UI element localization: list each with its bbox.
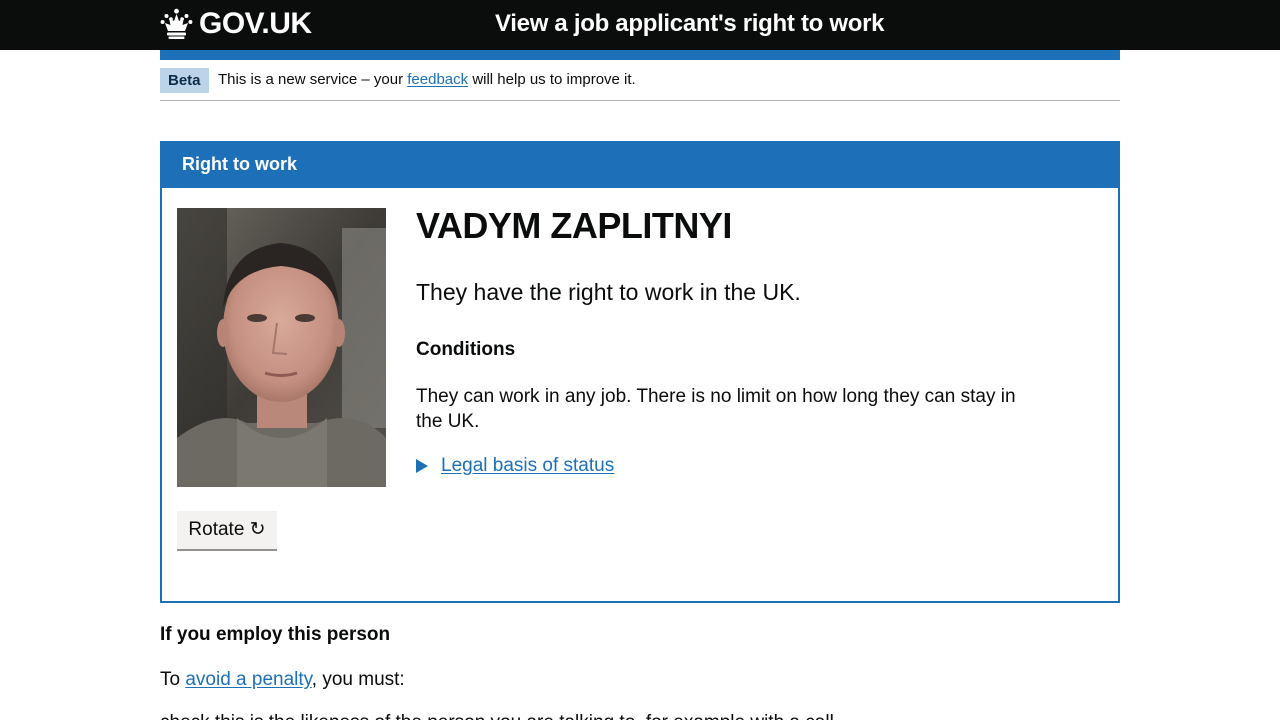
crown-icon [160,8,193,39]
applicant-photo [177,208,386,487]
employ-text: To avoid a penalty, you must: [160,669,405,691]
logo-text: GOV.UK [199,7,312,40]
legal-basis-summary-link[interactable]: Legal basis of status [441,455,614,477]
rotate-button[interactable]: Rotate ↻ [177,511,277,551]
employ-text-after: , you must: [311,669,405,690]
phase-text-before: This is a new service – your [218,71,404,88]
phase-banner: Beta This is a new service – your feedba… [160,68,1120,101]
beta-tag: Beta [160,68,209,93]
person-photo-icon [177,208,386,487]
right-to-work-panel: Right to work Rotate ↻ VADYM ZAPLITNYI T… [160,141,1120,603]
right-to-work-status: They have the right to work in the UK. [416,279,801,305]
phase-text-after: will help us to improve it. [472,71,636,88]
applicant-name: VADYM ZAPLITNYI [416,205,732,246]
employ-text-before: To [160,669,181,690]
panel-heading: Right to work [162,143,1118,188]
employ-list-item: check this is the likeness of the person… [160,712,834,720]
header: GOV.UK View a job applicant's right to w… [0,0,1280,50]
avoid-penalty-link[interactable]: avoid a penalty [185,669,311,690]
conditions-heading: Conditions [416,339,516,360]
phase-banner-text: This is a new service – your feedback wi… [218,70,636,90]
triangle-right-icon [416,459,428,473]
legal-basis-details[interactable]: Legal basis of status [416,455,614,477]
service-name-link[interactable]: View a job applicant's right to work [495,10,885,38]
employ-heading: If you employ this person [160,624,391,645]
govuk-logo-link[interactable]: GOV.UK [160,6,312,42]
conditions-text: They can work in any job. There is no li… [416,386,1016,432]
feedback-link[interactable]: feedback [407,71,468,88]
header-blue-bar [160,50,1120,60]
